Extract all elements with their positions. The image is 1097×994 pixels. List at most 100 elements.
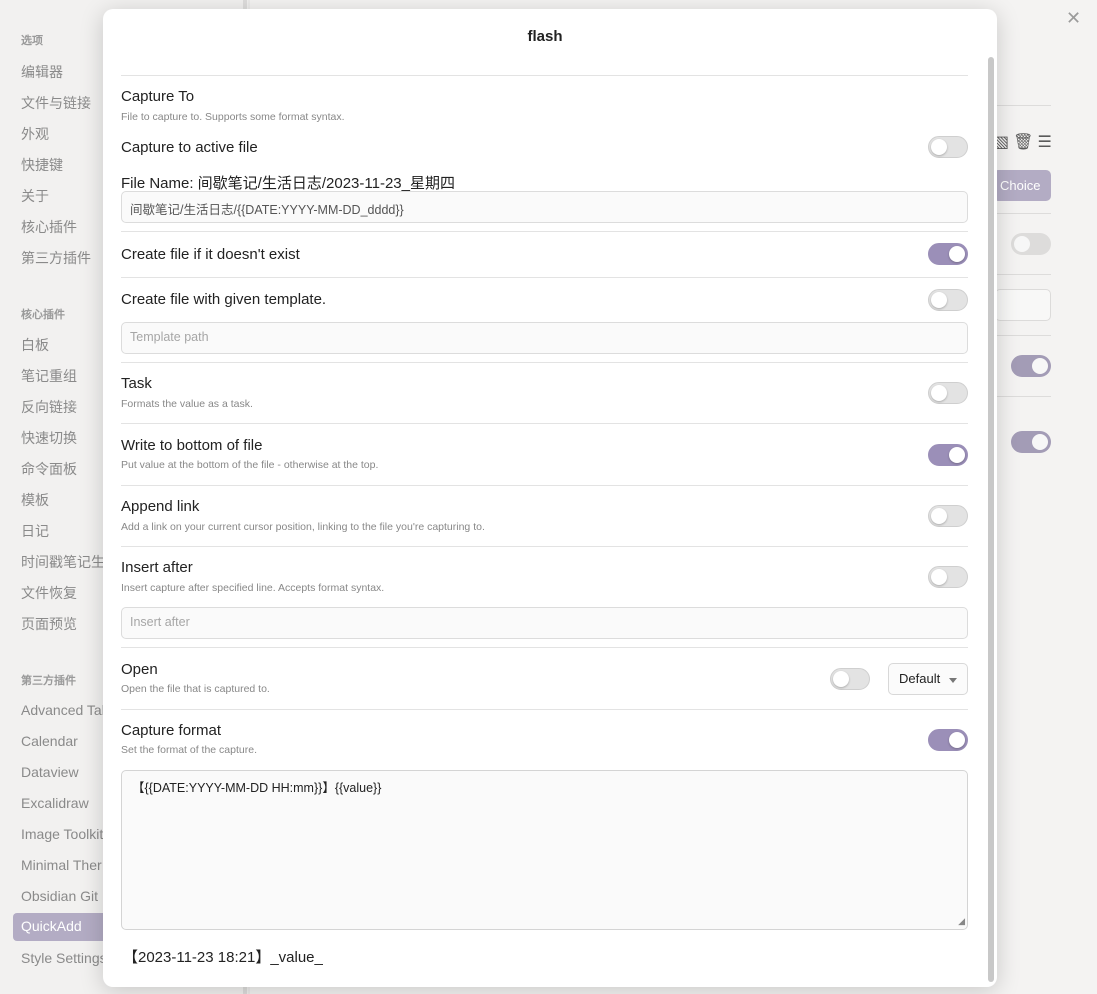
divider [121, 546, 968, 547]
choice-actions: ▧🗑☰ [994, 132, 1056, 152]
open-desc: Open the file that is captured to. [121, 683, 270, 695]
background-toggle[interactable] [1011, 355, 1051, 377]
insert-after-input[interactable]: Insert after [121, 607, 968, 639]
sidebar-item-minimal-theme[interactable]: Minimal Ther [21, 857, 102, 873]
open-toggle[interactable] [830, 668, 870, 690]
sidebar-item-quick-switcher[interactable]: 快速切换 [21, 428, 77, 448]
capture-format-toggle[interactable] [928, 729, 968, 751]
sidebar-item-templates[interactable]: 模板 [21, 490, 49, 510]
sidebar-item-about[interactable]: 关于 [21, 186, 49, 206]
create-if-missing-label: Create file if it doesn't exist [121, 246, 300, 263]
task-desc: Formats the value as a task. [121, 398, 253, 410]
divider [995, 335, 1051, 336]
sidebar-item-page-preview[interactable]: 页面预览 [21, 614, 77, 634]
sidebar-item-dataview[interactable]: Dataview [21, 764, 79, 780]
append-link-desc: Add a link on your current cursor positi… [121, 521, 485, 533]
sidebar-item-editor[interactable]: 编辑器 [21, 62, 63, 82]
sidebar-item-excalidraw[interactable]: Excalidraw [21, 795, 89, 811]
sidebar-item-command-palette[interactable]: 命令面板 [21, 459, 77, 479]
toggle-knob [931, 508, 947, 524]
background-input[interactable] [995, 289, 1051, 321]
toggle-knob [833, 671, 849, 687]
sidebar-item-advanced-tables[interactable]: Advanced Tab [21, 702, 109, 718]
divider [121, 423, 968, 424]
write-bottom-toggle[interactable] [928, 444, 968, 466]
toggle-knob [931, 292, 947, 308]
file-name-label: File Name: 间歇笔记/生活日志/2023-11-23_星期四 [121, 175, 455, 192]
sidebar-item-canvas[interactable]: 白板 [21, 335, 49, 355]
write-bottom-label: Write to bottom of file [121, 437, 263, 454]
append-link-toggle[interactable] [928, 505, 968, 527]
format-preview: 【2023-11-23 18:21】_value_ [123, 949, 323, 966]
sidebar-item-unique-note[interactable]: 时间戳笔记生 [21, 552, 105, 572]
divider [121, 362, 968, 363]
divider [995, 213, 1051, 214]
open-mode-value: Default [899, 671, 941, 686]
capture-active-label: Capture to active file [121, 139, 258, 156]
toggle-knob [931, 139, 947, 155]
divider [121, 75, 968, 76]
background-toggle[interactable] [1011, 431, 1051, 453]
insert-after-desc: Insert capture after specified line. Acc… [121, 582, 385, 594]
template-path-input[interactable]: Template path [121, 322, 968, 354]
capture-format-value: 【{{DATE:YYYY-MM-DD HH:mm}}】{{value}} [132, 781, 382, 795]
sidebar-item-daily-notes[interactable]: 日记 [21, 521, 49, 541]
capture-format-textarea[interactable]: 【{{DATE:YYYY-MM-DD HH:mm}}】{{value}} ◢ [121, 770, 968, 930]
write-bottom-desc: Put value at the bottom of the file - ot… [121, 459, 379, 471]
append-link-label: Append link [121, 498, 200, 515]
divider [121, 485, 968, 486]
open-label: Open [121, 661, 158, 678]
sidebar-item-hotkeys[interactable]: 快捷键 [21, 155, 63, 175]
file-name-input[interactable]: 间歇笔记/生活日志/{{DATE:YYYY-MM-DD_dddd}} [121, 191, 968, 223]
capture-format-desc: Set the format of the capture. [121, 744, 257, 756]
task-label: Task [121, 375, 152, 392]
sidebar-item-quickadd[interactable]: QuickAdd [13, 913, 113, 941]
sidebar-group-title: 选项 [21, 35, 43, 47]
open-mode-select[interactable]: Default [888, 663, 968, 695]
toggle-knob [949, 732, 965, 748]
divider [995, 105, 1051, 106]
capture-to-desc: File to capture to. Supports some format… [121, 111, 345, 123]
divider [121, 277, 968, 278]
create-with-template-toggle[interactable] [928, 289, 968, 311]
menu-icon[interactable]: ☰ [1037, 134, 1055, 151]
chevron-down-icon [949, 678, 957, 683]
modal-title: flash [527, 28, 563, 45]
modal-scrollbar[interactable] [988, 57, 994, 982]
capture-choice-modal: flash Capture To File to capture to. Sup… [103, 9, 997, 987]
sidebar-item-obsidian-git[interactable]: Obsidian Git [21, 888, 98, 904]
add-choice-button[interactable]: Choice [993, 170, 1051, 201]
sidebar-item-image-toolkit[interactable]: Image Toolkit [21, 826, 103, 842]
divider [121, 709, 968, 710]
toggle-knob [931, 569, 947, 585]
sidebar-item-appearance[interactable]: 外观 [21, 124, 49, 144]
task-toggle[interactable] [928, 382, 968, 404]
create-with-template-label: Create file with given template. [121, 291, 327, 308]
capture-to-label: Capture To [121, 88, 195, 105]
toggle-knob [949, 246, 965, 262]
insert-after-toggle[interactable] [928, 566, 968, 588]
capture-active-toggle[interactable] [928, 136, 968, 158]
toggle-knob [931, 385, 947, 401]
capture-format-label: Capture format [121, 722, 222, 739]
sidebar-group-title: 第三方插件 [21, 675, 76, 687]
divider [121, 647, 968, 648]
resize-handle-icon[interactable]: ◢ [958, 916, 965, 927]
trash-icon[interactable]: 🗑 [1013, 134, 1037, 151]
divider [995, 274, 1051, 275]
background-toggle[interactable] [1011, 233, 1051, 255]
close-icon[interactable]: ✕ [1066, 8, 1081, 29]
sidebar-item-files-links[interactable]: 文件与链接 [21, 93, 91, 113]
insert-after-label: Insert after [121, 559, 193, 576]
create-if-missing-toggle[interactable] [928, 243, 968, 265]
sidebar-item-style-settings[interactable]: Style Settings [21, 950, 107, 966]
sidebar-group-title: 核心插件 [21, 309, 65, 321]
sidebar-item-community-plugins[interactable]: 第三方插件 [21, 248, 91, 268]
toggle-knob [949, 447, 965, 463]
sidebar-item-file-recovery[interactable]: 文件恢复 [21, 583, 77, 603]
sidebar-item-note-composer[interactable]: 笔记重组 [21, 366, 77, 386]
sidebar-item-core-plugins[interactable]: 核心插件 [21, 217, 77, 237]
sidebar-item-backlinks[interactable]: 反向链接 [21, 397, 77, 417]
sidebar-item-calendar[interactable]: Calendar [21, 733, 78, 749]
divider [995, 396, 1051, 397]
